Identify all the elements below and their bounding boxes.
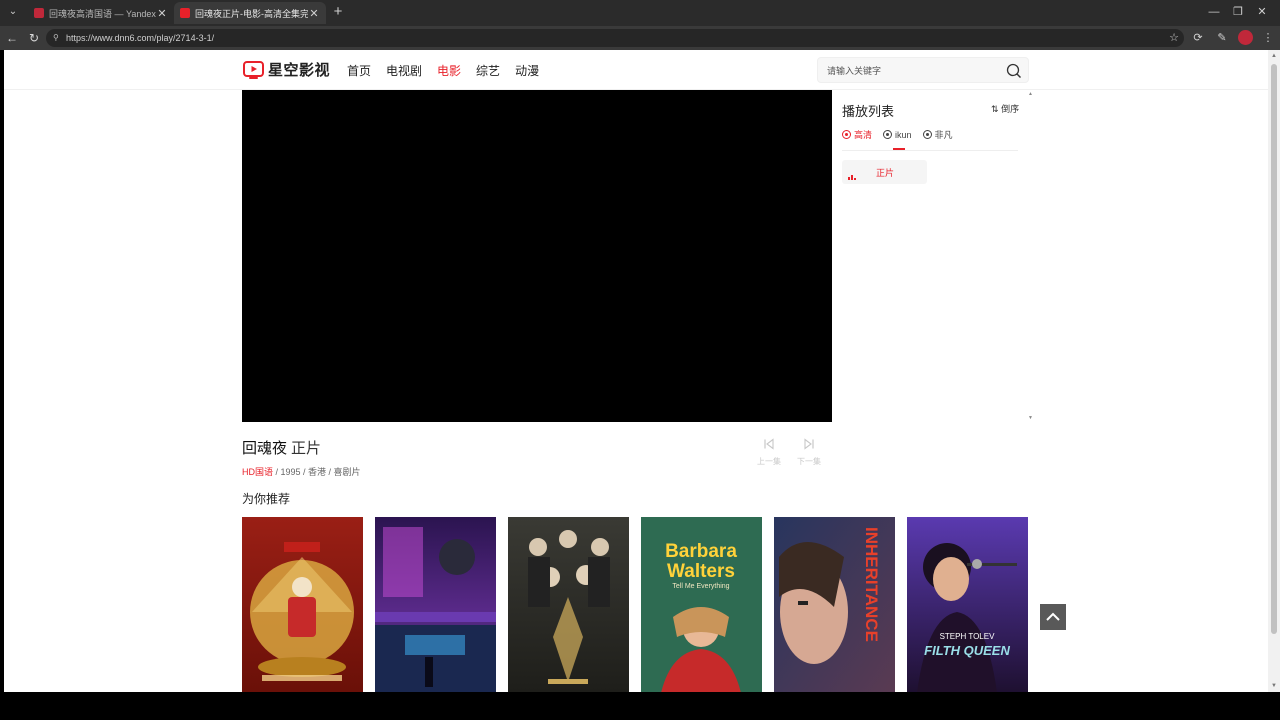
- scroll-up-icon[interactable]: ▲: [1270, 52, 1278, 60]
- main-nav: 首页 电视剧 电影 综艺 动漫: [347, 62, 554, 79]
- sort-label: 倒序: [1001, 104, 1020, 114]
- prev-label: 上一集: [757, 457, 781, 466]
- reload-icon[interactable]: ↻: [26, 30, 42, 46]
- movie-episode: 正片: [291, 440, 322, 457]
- source-tabs: 高清 ikun 非凡: [842, 128, 964, 141]
- back-to-top-button[interactable]: [1040, 604, 1066, 630]
- poster-title-1: Barbara: [665, 541, 737, 562]
- new-tab-icon[interactable]: +: [330, 4, 346, 20]
- nav-anime[interactable]: 动漫: [515, 62, 539, 79]
- video-letterbox-bottom: [0, 692, 1280, 720]
- nav-movie[interactable]: 电影: [437, 62, 461, 79]
- movie-title: 回魂夜 正片: [242, 437, 321, 458]
- playlist-title: 播放列表: [842, 104, 895, 119]
- site-info-icon[interactable]: ⚲: [53, 29, 59, 47]
- play-logo-icon: [243, 60, 264, 79]
- browser-tab-inactive[interactable]: 回魂夜高清国语 — Yandex: found ✕: [28, 2, 174, 24]
- browser-toolbar: ← ↻ ⚲ https://www.dnn6.com/play/2714-3-1…: [0, 26, 1280, 50]
- poster-image: [242, 517, 363, 692]
- site-name: 星空影视: [268, 62, 331, 79]
- profile-avatar[interactable]: [1238, 30, 1253, 45]
- browser-menu-icon[interactable]: ⋮: [1260, 30, 1276, 46]
- poster-card[interactable]: [508, 517, 629, 692]
- poster-title: INHERITANCE: [862, 527, 881, 642]
- tab-title: 回魂夜正片-电影-高清全集完整版: [195, 8, 308, 19]
- source-label: 非凡: [934, 130, 953, 140]
- url-text: https://www.dnn6.com/play/2714-3-1/: [66, 33, 215, 43]
- browser-tab-active[interactable]: 回魂夜正片-电影-高清全集完整版 ✕: [174, 2, 326, 24]
- nav-home[interactable]: 首页: [347, 62, 371, 79]
- page-scrollbar[interactable]: ▲ ▼: [1268, 50, 1280, 692]
- poster-image: [508, 517, 629, 692]
- poster-card[interactable]: STEPH TOLEV FILTH QUEEN: [907, 517, 1028, 692]
- poster-credit: STEPH TOLEV: [940, 632, 996, 641]
- nav-variety[interactable]: 综艺: [476, 62, 500, 79]
- site-header: 星空影视 首页 电视剧 电影 综艺 动漫: [4, 50, 1268, 90]
- sort-icon: ⇅: [991, 104, 999, 114]
- recommend-title: 为你推荐: [242, 492, 291, 506]
- video-player[interactable]: [242, 90, 832, 422]
- skip-next-icon: [804, 438, 814, 450]
- divider: [842, 150, 1018, 151]
- poster-card[interactable]: INHERITANCE: [774, 517, 895, 692]
- poster-subtitle: Tell Me Everything: [672, 583, 729, 590]
- source-label: 高清: [854, 130, 873, 140]
- playlist-panel: 播放列表 ⇅ 倒序 高清 ikun 非凡 正片 ▲ ▼: [842, 90, 1033, 422]
- site-logo[interactable]: 星空影视: [243, 59, 330, 80]
- poster-image: Barbara Walters Tell Me Everything: [641, 517, 762, 692]
- scroll-down-icon[interactable]: ▼: [1270, 682, 1278, 690]
- tab-list-chevron-icon[interactable]: ⌄: [6, 5, 20, 19]
- maximize-icon[interactable]: ❐: [1230, 4, 1246, 20]
- poster-image: [375, 517, 496, 692]
- prev-episode-button[interactable]: 上一集: [752, 438, 786, 467]
- search-input[interactable]: [827, 63, 997, 78]
- source-radio-icon: [922, 130, 932, 139]
- sort-button[interactable]: ⇅ 倒序: [991, 102, 1019, 115]
- address-bar[interactable]: ⚲ https://www.dnn6.com/play/2714-3-1/: [46, 29, 1184, 47]
- episode-item[interactable]: 正片: [842, 160, 927, 184]
- episode-label: 正片: [876, 168, 895, 178]
- search-icon[interactable]: [1006, 63, 1022, 79]
- poster-card[interactable]: [242, 517, 363, 692]
- nav-tv[interactable]: 电视剧: [386, 62, 422, 79]
- source-tab-ikun[interactable]: ikun: [883, 128, 912, 141]
- translate-icon[interactable]: ⟳: [1190, 30, 1206, 46]
- movie-meta: HD国语 / 1995 / 香港 / 喜剧片: [242, 465, 361, 478]
- minimize-icon[interactable]: —: [1206, 4, 1222, 20]
- playing-bars-icon: [848, 175, 856, 180]
- close-tab-icon[interactable]: ✕: [156, 7, 168, 20]
- source-radio-icon: [883, 130, 893, 139]
- search-box: [817, 57, 1029, 83]
- close-tab-icon[interactable]: ✕: [308, 7, 320, 20]
- quality-tag[interactable]: HD国语: [242, 467, 273, 477]
- web-page: 星空影视 首页 电视剧 电影 综艺 动漫 播放列表 ⇅ 倒序 高清: [4, 50, 1268, 692]
- tab-title: 回魂夜高清国语 — Yandex: found: [49, 8, 156, 19]
- source-tab-hd[interactable]: 高清: [842, 128, 872, 141]
- yandex-favicon-icon: [34, 8, 44, 18]
- poster-card[interactable]: [375, 517, 496, 692]
- back-icon[interactable]: ←: [4, 30, 20, 46]
- poster-card[interactable]: Barbara Walters Tell Me Everything: [641, 517, 762, 692]
- poster-title: FILTH QUEEN: [924, 643, 1010, 658]
- movie-meta-text: / 1995 / 香港 / 喜剧片: [273, 467, 361, 477]
- bookmark-star-icon[interactable]: ☆: [1166, 30, 1182, 46]
- next-label: 下一集: [797, 457, 821, 466]
- chevron-up-icon: [1046, 612, 1060, 621]
- browser-tab-bar: ⌄ 回魂夜高清国语 — Yandex: found ✕ 回魂夜正片-电影-高清全…: [0, 0, 1280, 26]
- poster-image: INHERITANCE: [774, 517, 895, 692]
- scrollbar-thumb[interactable]: [1271, 64, 1277, 634]
- poster-image: STEPH TOLEV FILTH QUEEN: [907, 517, 1028, 692]
- extensions-icon[interactable]: ✎: [1214, 30, 1230, 46]
- skip-previous-icon: [764, 438, 774, 450]
- playlist-scrollbar[interactable]: ▲ ▼: [1028, 90, 1033, 422]
- movie-name: 回魂夜: [242, 440, 288, 457]
- source-radio-icon: [842, 130, 851, 139]
- close-window-icon[interactable]: ✕: [1254, 4, 1270, 20]
- poster-title-2: Walters: [667, 561, 735, 582]
- site-favicon-icon: [180, 8, 190, 18]
- next-episode-button[interactable]: 下一集: [792, 438, 826, 467]
- source-label: ikun: [895, 129, 912, 140]
- source-tab-feifan[interactable]: 非凡: [922, 128, 953, 141]
